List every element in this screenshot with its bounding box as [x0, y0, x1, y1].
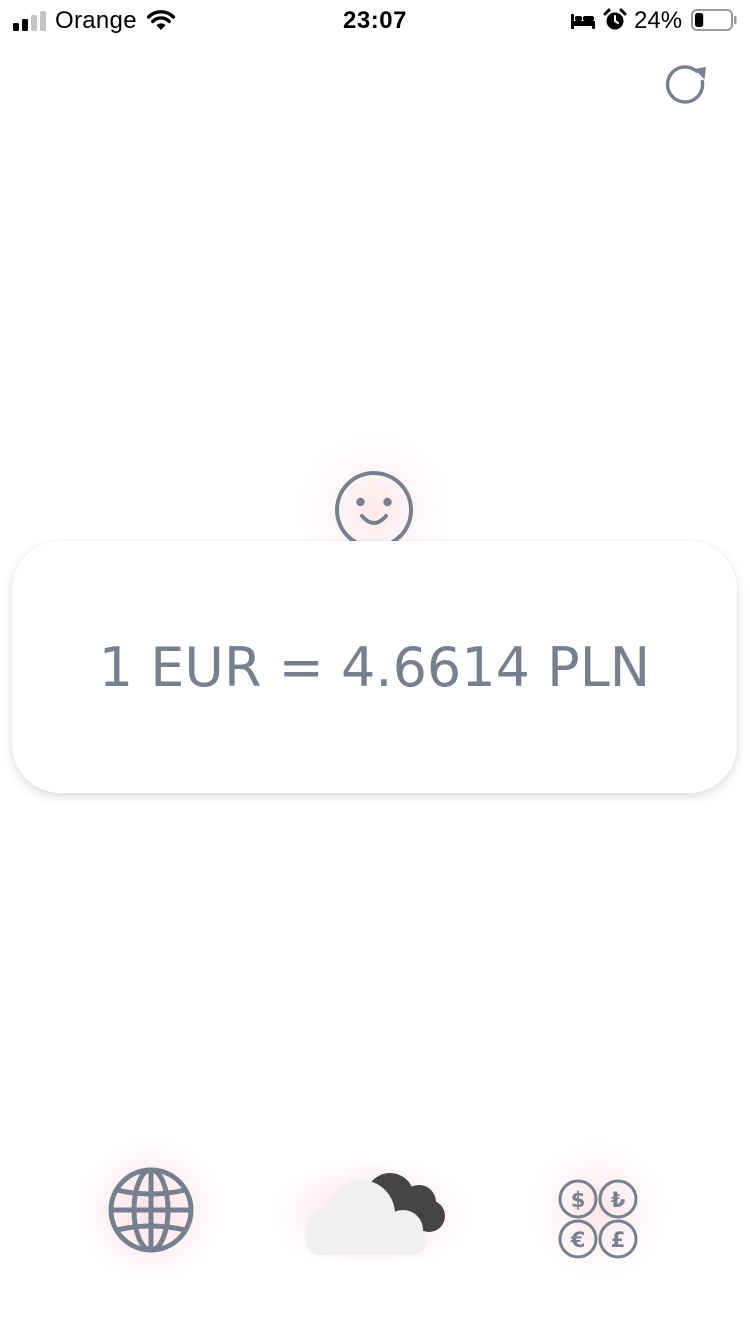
svg-text:$: $ — [571, 1188, 586, 1212]
tab-currency[interactable]: $ ₺ € £ — [528, 1140, 668, 1280]
alarm-clock-icon — [603, 8, 627, 30]
exchange-rate-text: 1 EUR = 4.6614 PLN — [98, 636, 651, 699]
refresh-icon — [665, 65, 706, 104]
battery-percentage: 24% — [634, 7, 683, 34]
tab-world[interactable] — [78, 1137, 224, 1283]
exchange-rate-card: 1 EUR = 4.6614 PLN — [12, 541, 737, 793]
tab-weather[interactable] — [277, 1160, 467, 1260]
currency-exchange-icon: $ ₺ € £ — [558, 1179, 638, 1259]
globe-icon — [108, 1167, 194, 1253]
sleep-bed-icon — [571, 14, 595, 29]
cloud-weather-icon — [306, 1173, 445, 1255]
app-screen: Orange 23:07 24% 1 EUR = 4.6614 PLN $ ₺ … — [0, 0, 750, 1334]
battery-icon — [691, 9, 737, 31]
svg-text:₺: ₺ — [611, 1188, 626, 1212]
svg-text:€: € — [570, 1228, 586, 1252]
svg-text:£: £ — [611, 1228, 626, 1252]
smiley-face-icon — [335, 471, 413, 549]
refresh-button[interactable] — [658, 58, 714, 114]
status-bar: Orange 23:07 24% — [0, 0, 750, 42]
